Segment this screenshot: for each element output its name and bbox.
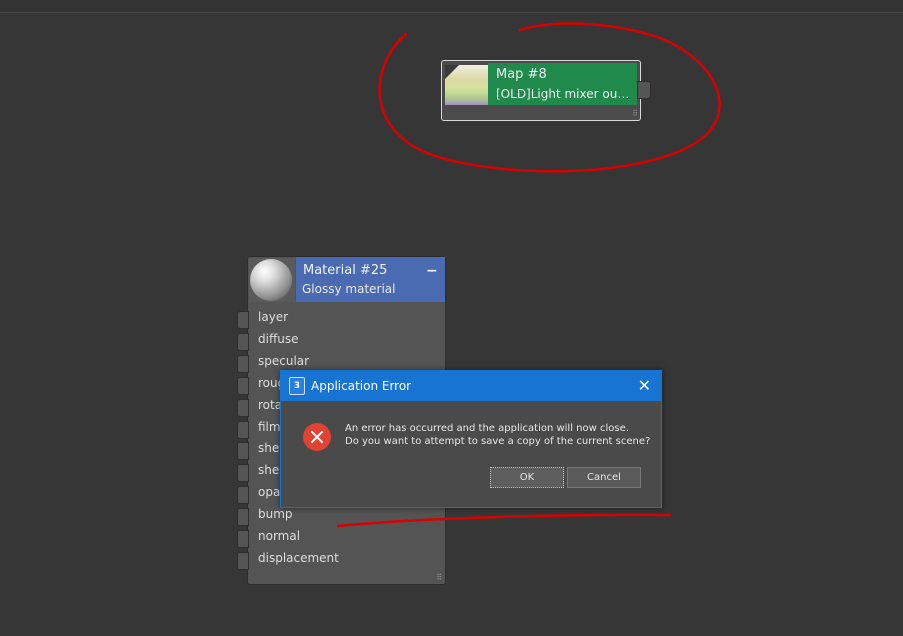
annotation-circle — [378, 22, 721, 173]
annotation-underline — [336, 513, 672, 528]
annotation-layer — [336, 22, 721, 528]
